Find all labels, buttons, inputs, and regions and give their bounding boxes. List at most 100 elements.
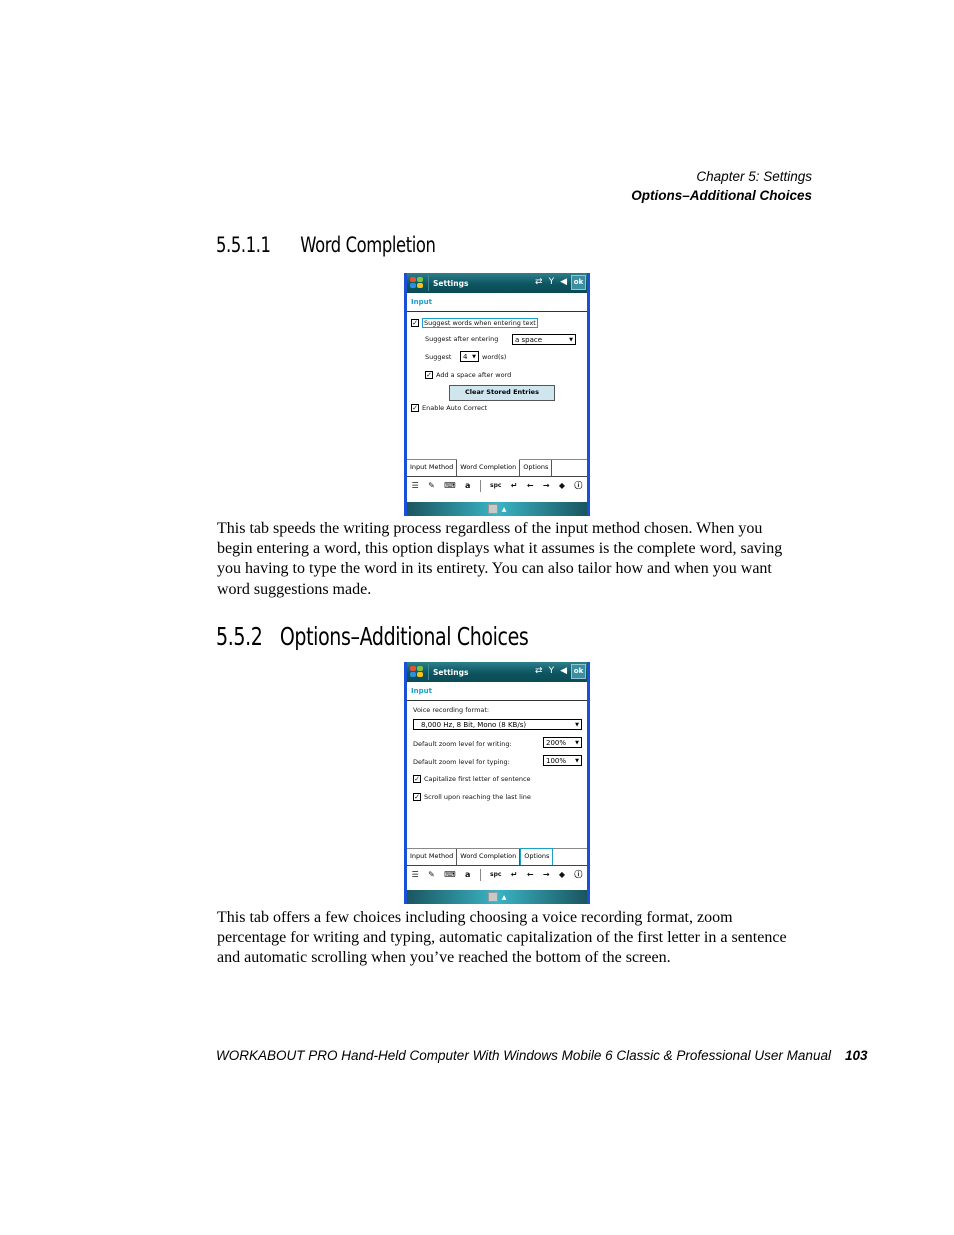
arrow-up-icon[interactable]: ▲ [502,506,507,513]
tab-options[interactable]: Options [520,460,553,476]
heading-word-completion: 5.5.1.1 Word Completion [216,233,436,257]
suggest-words-label: Suggest words when entering text [422,318,538,328]
zoom-typing-label: Default zoom level for typing: [413,758,510,766]
speaker-icon[interactable]: ◀ [560,666,567,676]
suggest-count-select[interactable]: 4 ▼ [460,351,479,362]
zoom-writing-row: Default zoom level for writing: [413,740,512,748]
zoom-typing-value: 100% [546,756,567,765]
arrow-right-icon[interactable]: → [543,870,550,879]
suggest-words-checkbox[interactable]: ✓ [411,319,419,327]
suggest-after-select[interactable]: a space ▼ [512,334,576,345]
suggest-after-value: a space [515,335,543,344]
suggest-words-row[interactable]: ✓ Suggest words when entering text [411,318,538,328]
keyboard-icon[interactable]: ⌨ [444,870,456,879]
list-icon[interactable]: ☰ [412,870,419,879]
arrow-left-icon[interactable]: ← [527,481,534,490]
suggest-label: Suggest [425,353,452,361]
scroll-row[interactable]: ✓ Scroll upon reaching the last line [413,793,531,801]
letter-a-icon[interactable]: a [465,870,470,879]
chevron-down-icon: ▼ [472,353,476,360]
tab-bar: Input Method Word Completion Options [407,459,587,476]
voice-format-select[interactable]: 8,000 Hz, 8 Bit, Mono (8 KB/s) ▼ [413,719,582,730]
auto-correct-row[interactable]: ✓ Enable Auto Correct [411,404,487,412]
windows-start-icon[interactable] [409,665,425,679]
page-number: 103 [844,1048,868,1063]
zoom-writing-label: Default zoom level for writing: [413,740,512,748]
sip-bar: ▲ [407,890,587,904]
chevron-down-icon: ▼ [575,721,579,728]
title-bar: Settings ⇄ Y ◀ ok [407,273,587,293]
capitalize-row[interactable]: ✓ Capitalize first letter of sentence [413,775,531,783]
zoom-typing-select[interactable]: 100% ▼ [543,755,582,766]
tab-word-completion[interactable]: Word Completion [457,459,521,476]
heading-number: 5.5.1.1 [216,233,271,257]
sync-icon[interactable]: ⇄ [535,666,543,676]
tab-input-method[interactable]: Input Method [407,849,458,865]
options-screenshot: Settings ⇄ Y ◀ ok Input Voice recording … [404,662,590,904]
tab-word-completion[interactable]: Word Completion [457,849,521,865]
suggest-count-row: Suggest [425,353,451,361]
heading-title: Options–Additional Choices [279,622,529,651]
signal-icon[interactable]: Y [549,277,555,287]
running-head: Chapter 5: Settings Options–Additional C… [631,167,812,205]
chevron-down-icon: ▼ [575,757,579,764]
signal-icon[interactable]: Y [549,666,555,676]
capitalize-checkbox[interactable]: ✓ [413,775,421,783]
letter-a-icon[interactable]: a [465,481,470,490]
page-footer: WORKABOUT PRO Hand-Held Computer With Wi… [216,1048,868,1063]
ok-button[interactable]: ok [571,275,586,290]
enter-icon[interactable]: ↵ [511,481,518,490]
suggest-after-label: Suggest after entering [425,335,499,343]
help-icon[interactable]: ⓘ [574,480,582,491]
word-completion-screenshot: Settings ⇄ Y ◀ ok Input ✓ Suggest words … [404,273,590,516]
keyboard-toolbar: ☰ ✎ ⌨ a spc ↵ ← → ◆ ⓘ [407,476,587,494]
enter-icon[interactable]: ↵ [511,870,518,879]
space-key[interactable]: spc [490,871,501,878]
add-space-row[interactable]: ✓ Add a space after word [425,371,511,379]
input-panel-icon[interactable] [487,504,498,514]
manual-title: WORKABOUT PRO Hand-Held Computer With Wi… [216,1048,831,1063]
diamond-icon[interactable]: ◆ [559,481,565,490]
app-title: Settings [433,278,469,288]
voice-format-label: Voice recording format: [413,706,490,714]
arrow-up-icon[interactable]: ▲ [502,894,507,901]
auto-correct-label: Enable Auto Correct [422,404,488,412]
heading-number: 5.5.2 [216,622,263,651]
heading-options-additional-choices: 5.5.2 Options–Additional Choices [216,622,529,651]
suggest-after-row: Suggest after entering [425,335,498,343]
handwriting-icon[interactable]: ✎ [428,870,435,879]
sync-icon[interactable]: ⇄ [535,277,543,287]
arrow-left-icon[interactable]: ← [527,870,534,879]
add-space-label: Add a space after word [436,371,512,379]
handwriting-icon[interactable]: ✎ [428,481,435,490]
space-key[interactable]: spc [490,482,501,489]
scroll-checkbox[interactable]: ✓ [413,793,421,801]
add-space-checkbox[interactable]: ✓ [425,371,433,379]
clear-stored-entries-button[interactable]: Clear Stored Entries [449,385,555,401]
input-panel-icon[interactable] [487,892,498,902]
windows-start-icon[interactable] [409,276,425,290]
scroll-label: Scroll upon reaching the last line [424,793,531,801]
tab-options[interactable]: Options [520,848,554,866]
voice-format-value: 8,000 Hz, 8 Bit, Mono (8 KB/s) [421,720,527,729]
auto-correct-checkbox[interactable]: ✓ [411,404,419,412]
tab-input-method[interactable]: Input Method [407,460,458,476]
speaker-icon[interactable]: ◀ [560,277,567,287]
title-bar: Settings ⇄ Y ◀ ok [407,662,587,682]
word-completion-paragraph: This tab speeds the writing process rega… [217,520,783,598]
diamond-icon[interactable]: ◆ [559,870,565,879]
options-paragraph: This tab offers a few choices including … [217,909,787,967]
zoom-writing-select[interactable]: 200% ▼ [543,737,582,748]
ok-button[interactable]: ok [571,664,586,679]
running-head-chapter: Chapter 5: Settings [696,169,812,184]
keyboard-toolbar: ☰ ✎ ⌨ a spc ↵ ← → ◆ ⓘ [407,865,587,883]
sip-bar: ▲ [407,502,587,516]
list-icon[interactable]: ☰ [412,481,419,490]
help-icon[interactable]: ⓘ [574,869,582,880]
voice-format-label-row: Voice recording format: [413,706,489,714]
arrow-right-icon[interactable]: → [543,481,550,490]
zoom-writing-value: 200% [546,738,567,747]
zoom-typing-row: Default zoom level for typing: [413,758,510,766]
capitalize-label: Capitalize first letter of sentence [424,775,531,783]
keyboard-icon[interactable]: ⌨ [444,481,456,490]
